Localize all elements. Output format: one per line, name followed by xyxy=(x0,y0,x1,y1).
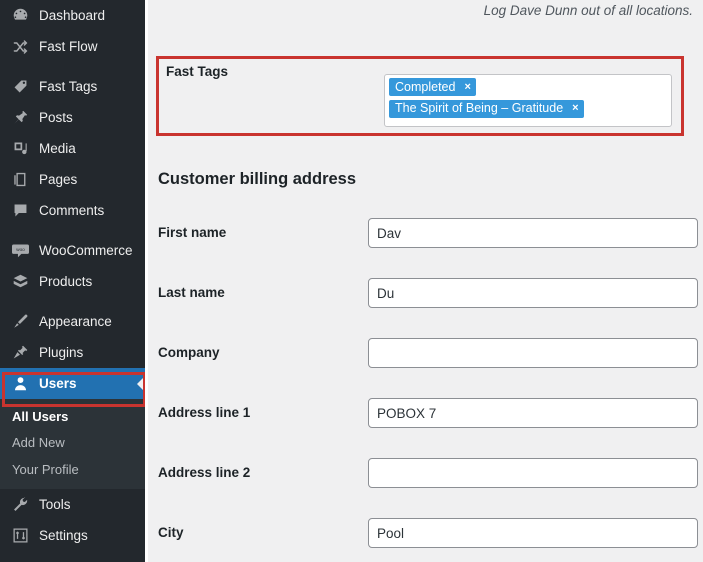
sidebar-item-label: Media xyxy=(39,140,76,156)
sidebar-item-plugins[interactable]: Plugins xyxy=(0,337,145,368)
woocommerce-icon: woo xyxy=(10,241,30,261)
tag-chip[interactable]: Completed × xyxy=(389,78,476,97)
shuffle-icon xyxy=(10,37,30,57)
sidebar-item-label: Pages xyxy=(39,171,78,187)
tag-chip-line: Completed × xyxy=(389,78,667,99)
fast-tags-row: Fast Tags Completed × The Spirit of Bein… xyxy=(156,56,684,136)
tag-chip-line: The Spirit of Being – Gratitude × xyxy=(389,99,667,120)
sidebar-item-products[interactable]: Products xyxy=(0,266,145,297)
sidebar-separator xyxy=(0,297,145,306)
field-label: First name xyxy=(158,225,227,240)
logout-everywhere-note: Log Dave Dunn out of all locations. xyxy=(483,3,693,18)
sidebar-item-users[interactable]: Users xyxy=(0,368,145,399)
sidebar-item-label: Plugins xyxy=(39,344,84,360)
sidebar-item-media[interactable]: Media xyxy=(0,133,145,164)
page-title: Customer billing address xyxy=(158,170,357,188)
sidebar-item-appearance[interactable]: Appearance xyxy=(0,306,145,337)
fast-tags-input[interactable]: Completed × The Spirit of Being – Gratit… xyxy=(384,74,672,127)
field-label: City xyxy=(158,525,184,540)
sidebar-item-label: Dashboard xyxy=(39,7,106,23)
pin-icon xyxy=(10,108,30,128)
address-line-2-input[interactable] xyxy=(368,458,698,488)
field-label: Company xyxy=(158,345,220,360)
sidebar-item-posts[interactable]: Posts xyxy=(0,102,145,133)
sidebar-item-label: WooCommerce xyxy=(39,242,133,258)
svg-text:woo: woo xyxy=(16,247,25,252)
sidebar-item-fast-tags[interactable]: Fast Tags xyxy=(0,71,145,102)
field-label: Address line 1 xyxy=(158,405,251,420)
sidebar-item-tools[interactable]: Tools xyxy=(0,489,145,520)
submenu-item-all-users[interactable]: All Users xyxy=(0,404,145,430)
sidebar-item-label: Users xyxy=(39,375,77,391)
city-input[interactable] xyxy=(368,518,698,548)
tag-icon xyxy=(10,77,30,97)
last-name-input[interactable] xyxy=(368,278,698,308)
field-row-company: Company xyxy=(158,338,698,368)
tag-chip-label: The Spirit of Being – Gratitude xyxy=(395,101,564,116)
main-content: Log Dave Dunn out of all locations. Fast… xyxy=(148,0,703,562)
field-row-address-line-1: Address line 1 xyxy=(158,398,698,428)
admin-sidebar: Dashboard Fast Flow Fast Tags Posts Medi… xyxy=(0,0,145,562)
comments-icon xyxy=(10,201,30,221)
dashboard-icon xyxy=(10,6,30,26)
field-label: Address line 2 xyxy=(158,465,251,480)
sidebar-item-label: Fast Flow xyxy=(39,38,98,54)
pages-icon xyxy=(10,170,30,190)
media-icon xyxy=(10,139,30,159)
sidebar-item-label: Tools xyxy=(39,496,71,512)
field-label: Last name xyxy=(158,285,225,300)
first-name-input[interactable] xyxy=(368,218,698,248)
sidebar-item-label: Appearance xyxy=(39,313,112,329)
field-row-address-line-2: Address line 2 xyxy=(158,458,698,488)
sidebar-item-label: Posts xyxy=(39,109,73,125)
sidebar-item-fast-flow[interactable]: Fast Flow xyxy=(0,31,145,62)
submenu-item-your-profile[interactable]: Your Profile xyxy=(0,457,145,483)
tag-chip-label: Completed xyxy=(395,80,456,94)
sidebar-item-label: Settings xyxy=(39,527,88,543)
field-row-city: City xyxy=(158,518,698,548)
sidebar-separator xyxy=(0,226,145,235)
users-submenu: All Users Add New Your Profile xyxy=(0,399,145,489)
sidebar-item-comments[interactable]: Comments xyxy=(0,195,145,226)
sidebar-item-settings[interactable]: Settings xyxy=(0,520,145,551)
close-icon[interactable]: × xyxy=(464,81,470,93)
admin-screen: Dashboard Fast Flow Fast Tags Posts Medi… xyxy=(0,0,703,562)
sidebar-item-label: Comments xyxy=(39,202,105,218)
tools-wrench-icon xyxy=(10,494,30,514)
sidebar-item-woocommerce[interactable]: woo WooCommerce xyxy=(0,235,145,266)
appearance-brush-icon xyxy=(10,312,30,332)
field-row-first-name: First name xyxy=(158,218,698,248)
products-box-icon xyxy=(10,272,30,292)
fast-tags-label: Fast Tags xyxy=(166,64,229,79)
plugins-plug-icon xyxy=(10,343,30,363)
close-icon[interactable]: × xyxy=(572,103,578,114)
company-input[interactable] xyxy=(368,338,698,368)
sidebar-item-label: Products xyxy=(39,273,93,289)
sidebar-item-label: Fast Tags xyxy=(39,78,98,94)
settings-sliders-icon xyxy=(10,525,30,545)
address-line-1-input[interactable] xyxy=(368,398,698,428)
users-icon xyxy=(10,374,30,394)
field-row-last-name: Last name xyxy=(158,278,698,308)
sidebar-item-pages[interactable]: Pages xyxy=(0,164,145,195)
submenu-item-add-new[interactable]: Add New xyxy=(0,430,145,456)
sidebar-separator xyxy=(0,62,145,71)
tag-chip[interactable]: The Spirit of Being – Gratitude × xyxy=(389,99,584,118)
sidebar-item-dashboard[interactable]: Dashboard xyxy=(0,0,145,31)
